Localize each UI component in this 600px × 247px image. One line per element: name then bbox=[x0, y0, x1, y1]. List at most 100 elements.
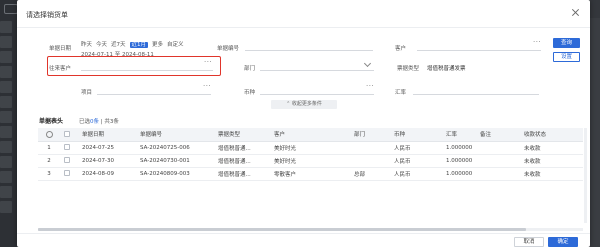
selected-count-value: 0条 bbox=[90, 119, 100, 125]
sales-order-table: 单据日期 单据编号 票据类型 客户 部门 币种 汇率 备注 收款状态 1 202… bbox=[38, 128, 583, 181]
cell-remark bbox=[476, 167, 520, 181]
cell-rate: 1.000000 bbox=[442, 167, 476, 181]
currency-more-icon[interactable]: ··· bbox=[366, 82, 374, 90]
col-currency[interactable]: 币种 bbox=[390, 128, 442, 142]
col-customer[interactable]: 客户 bbox=[270, 128, 350, 142]
cell-date: 2024-08-09 bbox=[78, 167, 136, 181]
table-horizontal-scrollbar[interactable] bbox=[38, 228, 583, 231]
app-sidebar-menu bbox=[0, 18, 14, 247]
select-sales-order-dialog: 请选择销货单 单据日期 昨天 今天 近7天 近1月 更多 自定义 2024-07-11 至… bbox=[17, 0, 590, 247]
collapse-label: 收起更多条件 bbox=[291, 101, 322, 107]
col-doc-no[interactable]: 单据编号 bbox=[136, 128, 214, 142]
table-row[interactable]: 1 2024-07-25 SA-20240725-006 增值税普通... 美好… bbox=[38, 141, 583, 155]
search-button[interactable]: 查询 bbox=[553, 38, 580, 48]
currency-input[interactable] bbox=[260, 85, 374, 95]
dept-label: 部门 bbox=[244, 66, 256, 72]
cell-dept bbox=[350, 154, 390, 168]
row-checkbox[interactable] bbox=[64, 144, 70, 151]
table-header-row: 单据日期 单据编号 票据类型 客户 部门 币种 汇率 备注 收款状态 bbox=[38, 128, 583, 142]
col-doc-type[interactable]: 票据类型 bbox=[214, 128, 270, 142]
selected-prefix: 已选 bbox=[79, 119, 91, 125]
doc-type-value[interactable]: 增值税普通发票 bbox=[427, 64, 466, 72]
table-vertical-scrollbar[interactable] bbox=[584, 128, 587, 223]
customer-input[interactable] bbox=[417, 41, 541, 51]
cell-rate: 1.000000 bbox=[442, 154, 476, 168]
date-quick-tags: 昨天 今天 近7天 近1月 更多 自定义 bbox=[81, 40, 188, 48]
date-tag-1month[interactable]: 近1月 bbox=[129, 42, 149, 48]
cell-dept: 总部 bbox=[350, 167, 390, 181]
cell-status: 未收款 bbox=[520, 154, 583, 168]
cell-date: 2024-07-30 bbox=[78, 154, 136, 168]
row-checkbox[interactable] bbox=[64, 157, 70, 164]
cell-dept bbox=[350, 141, 390, 155]
date-tag-more[interactable]: 更多 bbox=[152, 42, 163, 48]
col-remark[interactable]: 备注 bbox=[476, 128, 520, 142]
date-tag-7days[interactable]: 近7天 bbox=[111, 42, 126, 48]
table-row[interactable]: 2 2024-07-30 SA-20240730-001 增值税普通... 美好… bbox=[38, 154, 583, 168]
doc-date-label: 单据日期 bbox=[49, 46, 72, 52]
cell-doc-type: 增值税普通... bbox=[214, 141, 270, 155]
dept-select[interactable] bbox=[260, 61, 374, 71]
confirm-button[interactable]: 确定 bbox=[548, 237, 578, 247]
dialog-title: 请选择销货单 bbox=[26, 11, 68, 19]
cell-currency: 人民币 bbox=[390, 154, 442, 168]
dialog-header: 请选择销货单 bbox=[17, 0, 590, 28]
cancel-button[interactable]: 取消 bbox=[514, 237, 544, 247]
doc-no-input[interactable] bbox=[245, 41, 373, 51]
cell-doc-no: SA-20240809-003 bbox=[136, 167, 214, 181]
selected-count: 已选0条 | 共3条 bbox=[79, 119, 119, 125]
customer-more-icon[interactable]: ··· bbox=[533, 38, 541, 46]
cell-customer: 美好时光 bbox=[270, 154, 350, 168]
cell-doc-no: SA-20240730-001 bbox=[136, 154, 214, 168]
date-tag-custom[interactable]: 自定义 bbox=[167, 42, 184, 48]
date-tag-today[interactable]: 今天 bbox=[96, 42, 107, 48]
cell-currency: 人民币 bbox=[390, 167, 442, 181]
date-tag-yesterday[interactable]: 昨天 bbox=[81, 42, 92, 48]
cell-doc-type: 增值税普通... bbox=[214, 167, 270, 181]
exchange-rate-input[interactable] bbox=[413, 85, 539, 95]
header-checkbox-cell[interactable] bbox=[60, 128, 78, 142]
row-index: 1 bbox=[38, 141, 60, 155]
row-checkbox-cell[interactable] bbox=[60, 141, 78, 155]
row-checkbox[interactable] bbox=[64, 170, 70, 177]
col-rate[interactable]: 汇率 bbox=[442, 128, 476, 142]
section-title: 单据表头 bbox=[39, 118, 64, 125]
settings-button[interactable]: 设置 bbox=[553, 52, 580, 62]
cell-remark bbox=[476, 141, 520, 155]
cell-date: 2024-07-25 bbox=[78, 141, 136, 155]
exchange-rate-label: 汇率 bbox=[395, 90, 407, 96]
cell-doc-type: 增值税普通... bbox=[214, 154, 270, 168]
cell-customer: 零散客户 bbox=[270, 167, 350, 181]
app-logo-icon bbox=[4, 4, 18, 14]
cell-customer: 美好时光 bbox=[270, 141, 350, 155]
cell-currency: 人民币 bbox=[390, 141, 442, 155]
row-index: 3 bbox=[38, 167, 60, 181]
project-input[interactable] bbox=[97, 85, 211, 95]
dialog-footer bbox=[17, 233, 590, 247]
col-date[interactable]: 单据日期 bbox=[78, 128, 136, 142]
cell-rate: 1.000000 bbox=[442, 141, 476, 155]
cell-doc-no: SA-20240725-006 bbox=[136, 141, 214, 155]
scrollbar-thumb[interactable] bbox=[38, 228, 526, 231]
project-more-icon[interactable]: ··· bbox=[203, 82, 211, 90]
cell-status: 未收款 bbox=[520, 141, 583, 155]
gear-icon[interactable] bbox=[45, 130, 53, 138]
currency-label: 币种 bbox=[244, 90, 256, 96]
table-row[interactable]: 3 2024-08-09 SA-20240809-003 增值税普通... 零散… bbox=[38, 167, 583, 181]
close-icon[interactable] bbox=[571, 8, 580, 17]
cell-remark bbox=[476, 154, 520, 168]
cell-status: 未收款 bbox=[520, 167, 583, 181]
total-count: 共3条 bbox=[104, 119, 119, 125]
collapse-filters-button[interactable]: ⌃ 收起更多条件 bbox=[271, 100, 337, 109]
col-status[interactable]: 收款状态 bbox=[520, 128, 583, 142]
customer-label: 客户 bbox=[395, 46, 407, 52]
col-dept[interactable]: 部门 bbox=[350, 128, 390, 142]
row-checkbox-cell[interactable] bbox=[60, 167, 78, 181]
highlight-box bbox=[47, 56, 221, 76]
row-checkbox-cell[interactable] bbox=[60, 154, 78, 168]
project-label: 项目 bbox=[81, 90, 93, 96]
doc-type-label: 票据类型 bbox=[397, 66, 420, 72]
row-index: 2 bbox=[38, 154, 60, 168]
column-settings[interactable] bbox=[38, 128, 60, 142]
select-all-checkbox[interactable] bbox=[64, 131, 70, 137]
